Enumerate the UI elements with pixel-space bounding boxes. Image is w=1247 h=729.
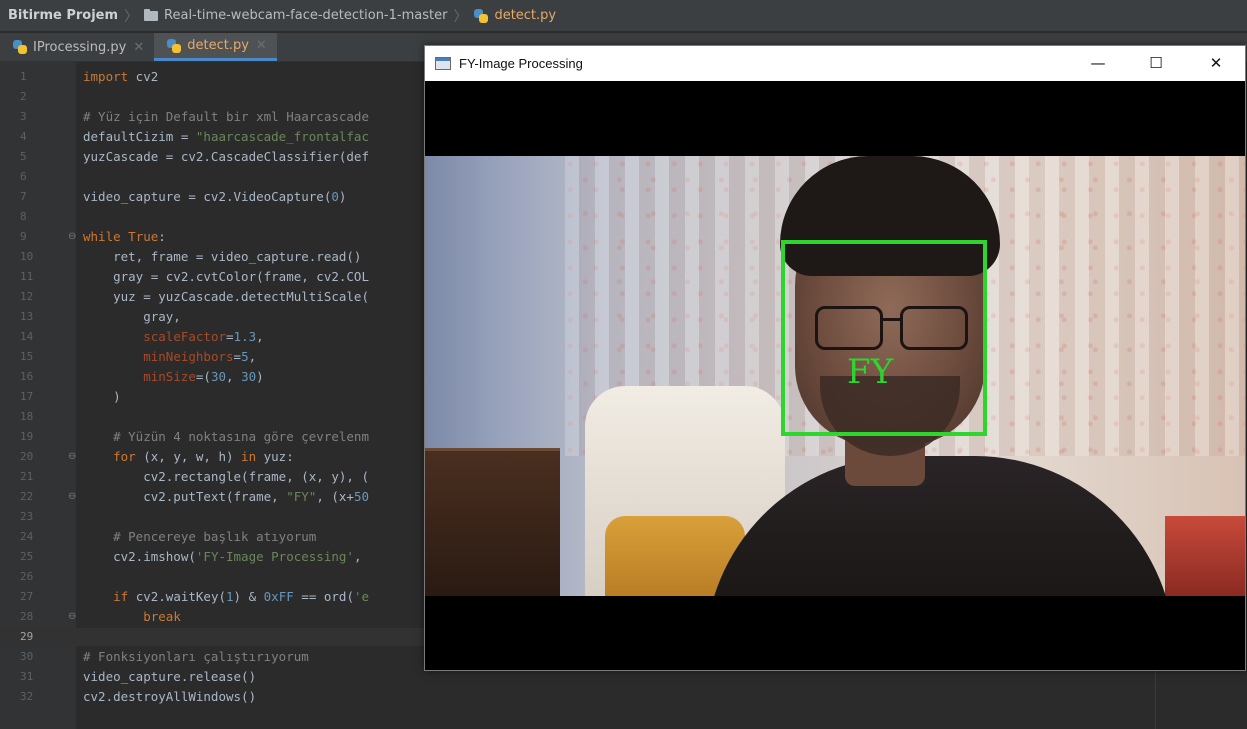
line-number: 27	[20, 590, 34, 603]
line-number: 5	[20, 150, 27, 163]
fold-icon[interactable]: ⊖	[68, 492, 78, 502]
line-number: 4	[20, 130, 27, 143]
tab-label: detect.py	[187, 38, 249, 53]
line-number: 16	[20, 370, 34, 383]
line-number: 8	[20, 210, 27, 223]
line-number: 22	[20, 490, 34, 503]
line-number: 14	[20, 330, 34, 343]
line-number: 19	[20, 430, 34, 443]
window-title-bar[interactable]: FY-Image Processing — ☐ ✕	[425, 46, 1245, 80]
python-file-icon	[166, 38, 182, 54]
code-text: minSize=(30, 30)	[143, 369, 264, 384]
code-text: for (x, y, w, h) in yuz:	[113, 449, 294, 464]
line-number: 29	[20, 630, 34, 643]
line-number: 21	[20, 470, 34, 483]
close-icon[interactable]: ✕	[133, 40, 144, 55]
fold-icon[interactable]: ⊖	[68, 232, 78, 242]
minimize-button[interactable]: —	[1075, 46, 1121, 80]
line-number: 1	[20, 70, 27, 83]
line-number: 24	[20, 530, 34, 543]
tab-detect[interactable]: detect.py ✕	[154, 33, 277, 61]
breadcrumb-project[interactable]: Bitirme Projem	[8, 8, 118, 23]
face-detection-label: FY	[847, 352, 894, 392]
breadcrumb-folder-label: Real-time-webcam-face-detection-1-master	[164, 8, 448, 23]
line-number: 28	[20, 610, 34, 623]
code-text: # Yüz için Default bir xml Haarcascade	[83, 109, 369, 124]
maximize-button[interactable]: ☐	[1133, 46, 1179, 80]
close-button[interactable]: ✕	[1193, 46, 1239, 80]
code-line[interactable]: 32 cv2.destroyAllWindows()	[0, 688, 1155, 706]
code-text: break	[143, 609, 181, 624]
code-text: video_capture.release()	[83, 669, 257, 684]
line-number: 30	[20, 650, 34, 663]
code-text: video_capture = cv2.VideoCapture(0)	[83, 189, 347, 204]
folder-icon	[144, 8, 159, 21]
close-icon[interactable]: ✕	[256, 38, 267, 53]
line-number: 13	[20, 310, 34, 323]
line-number: 18	[20, 410, 34, 423]
line-number: 25	[20, 550, 34, 563]
fold-icon[interactable]: ⊖	[68, 452, 78, 462]
code-text: if cv2.waitKey(1) & 0xFF == ord('e	[113, 589, 370, 604]
tab-label: IProcessing.py	[33, 39, 127, 55]
code-text: # Fonksiyonları çalıştırıyorum	[83, 649, 309, 664]
line-number: 17	[20, 390, 34, 403]
window-icon	[435, 56, 451, 70]
code-text: cv2.rectangle(frame, (x, y), (	[83, 469, 369, 484]
code-text: )	[83, 389, 121, 404]
python-file-icon	[12, 39, 28, 55]
code-text: cv2.destroyAllWindows()	[83, 689, 257, 704]
code-text: cv2.putText(frame, "FY", (x+50	[83, 489, 370, 504]
code-text: import cv2	[83, 69, 159, 84]
code-text: # Yüzün 4 noktasına göre çevrelenm	[83, 429, 369, 444]
chevron-right-icon: 〉	[124, 8, 139, 25]
code-text: gray = cv2.cvtColor(frame, cv2.COL	[83, 269, 369, 284]
opencv-window[interactable]: FY-Image Processing — ☐ ✕ FY	[424, 45, 1246, 671]
breadcrumb-folder[interactable]: Real-time-webcam-face-detection-1-master	[144, 8, 447, 23]
code-text: # Pencereye başlık atıyorum	[83, 529, 317, 544]
line-number: 32	[20, 690, 34, 703]
window-title: FY-Image Processing	[459, 55, 583, 71]
code-text: ret, frame = video_capture.read()	[83, 249, 362, 264]
code-text: yuz = yuzCascade.detectMultiScale(	[83, 289, 369, 304]
line-number: 12	[20, 290, 34, 303]
code-text: minNeighbors=5,	[143, 349, 257, 364]
face-detection-box	[781, 240, 987, 436]
code-text: yuzCascade = cv2.CascadeClassifier(def	[83, 149, 369, 164]
red-table	[1165, 516, 1245, 596]
chevron-right-icon: 〉	[453, 8, 468, 25]
webcam-frame: FY	[425, 156, 1245, 596]
line-number: 6	[20, 170, 27, 183]
line-number: 31	[20, 670, 34, 683]
code-text: while True:	[83, 229, 166, 244]
line-number: 26	[20, 570, 34, 583]
line-number: 2	[20, 90, 27, 103]
line-number: 15	[20, 350, 34, 363]
line-number: 7	[20, 190, 27, 203]
line-number: 20	[20, 450, 34, 463]
code-text: scaleFactor=1.3,	[143, 329, 264, 344]
tab-iprocessing[interactable]: IProcessing.py ✕	[0, 33, 154, 61]
code-text: cv2.imshow('FY-Image Processing',	[83, 549, 362, 564]
line-number: 10	[20, 250, 34, 263]
video-canvas: FY	[425, 81, 1245, 670]
line-number: 11	[20, 270, 34, 283]
shelf-body	[425, 451, 560, 596]
python-file-icon	[473, 8, 489, 24]
breadcrumb-project-label: Bitirme Projem	[8, 8, 119, 23]
navigation-bar: Bitirme Projem 〉 Real-time-webcam-face-d…	[0, 0, 1247, 32]
line-number: 3	[20, 110, 27, 123]
fold-icon[interactable]: ⊖	[68, 612, 78, 622]
code-text: defaultCizim = "haarcascade_frontalfac	[83, 129, 369, 144]
breadcrumb-file[interactable]: detect.py	[473, 8, 556, 24]
line-number: 23	[20, 510, 34, 523]
line-number: 9	[20, 230, 27, 243]
code-text: gray,	[83, 309, 181, 324]
breadcrumb-file-label: detect.py	[494, 8, 557, 23]
